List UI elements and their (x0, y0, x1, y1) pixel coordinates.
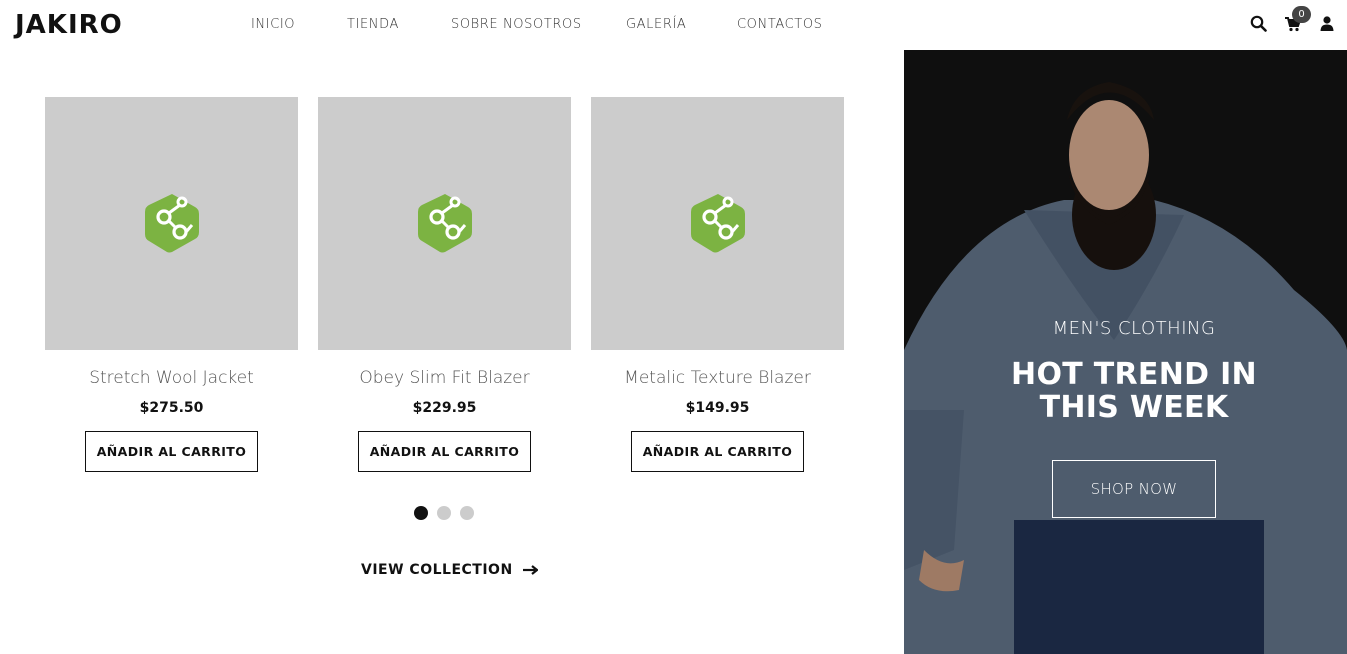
product-price: $275.50 (139, 400, 204, 416)
placeholder-logo-icon (691, 194, 745, 253)
product-card: Metalic Texture Blazer $149.95 AÑADIR AL… (591, 97, 844, 472)
search-icon[interactable] (1250, 15, 1268, 33)
product-card: Stretch Wool Jacket $275.50 AÑADIR AL CA… (45, 97, 298, 472)
product-name[interactable]: Metalic Texture Blazer (591, 368, 844, 388)
shop-now-button[interactable]: SHOP NOW (1052, 460, 1216, 518)
nav-item-tienda[interactable]: TIENDA (347, 17, 399, 32)
arrow-right-icon (522, 565, 538, 575)
view-collection-link[interactable]: VIEW COLLECTION (361, 562, 538, 578)
product-price: $149.95 (685, 400, 750, 416)
product-image-placeholder[interactable] (318, 97, 571, 350)
add-to-cart-button[interactable]: AÑADIR AL CARRITO (85, 431, 258, 472)
user-icon[interactable] (1320, 16, 1338, 34)
carousel-dot-1[interactable] (414, 506, 428, 520)
banner-headline-line-2: THIS WEEK (1039, 390, 1229, 425)
carousel-dot-3[interactable] (460, 506, 474, 520)
banner-overlay (904, 50, 1347, 654)
product-image-placeholder[interactable] (591, 97, 844, 350)
banner-kicker: MEN'S CLOTHING (1052, 318, 1216, 339)
placeholder-logo-icon (418, 194, 472, 253)
carousel-dot-2[interactable] (437, 506, 451, 520)
promo-banner: MEN'S CLOTHING HOT TREND IN THIS WEEK SH… (904, 50, 1347, 654)
add-to-cart-button[interactable]: AÑADIR AL CARRITO (358, 431, 531, 472)
add-to-cart-button[interactable]: AÑADIR AL CARRITO (631, 431, 804, 472)
cart-count-badge: 0 (1292, 6, 1311, 23)
view-collection-label: VIEW COLLECTION (361, 562, 513, 578)
banner-headline-line-1: HOT TREND IN (1011, 357, 1257, 392)
product-name[interactable]: Stretch Wool Jacket (45, 368, 298, 388)
product-name[interactable]: Obey Slim Fit Blazer (318, 368, 571, 388)
banner-headline: HOT TREND IN THIS WEEK (994, 358, 1274, 424)
nav-item-inicio[interactable]: INICIO (251, 17, 295, 32)
product-card: Obey Slim Fit Blazer $229.95 AÑADIR AL C… (318, 97, 571, 472)
product-price: $229.95 (412, 400, 477, 416)
product-image-placeholder[interactable] (45, 97, 298, 350)
nav-item-contactos[interactable]: CONTACTOS (737, 17, 823, 32)
site-header: JAKIRO INICIO TIENDA SOBRE NOSOTROS GALE… (0, 0, 1347, 50)
nav-item-galeria[interactable]: GALERÍA (626, 17, 686, 32)
site-logo[interactable]: JAKIRO (15, 10, 123, 40)
placeholder-logo-icon (145, 194, 199, 253)
nav-item-sobre-nosotros[interactable]: SOBRE NOSOTROS (451, 17, 582, 32)
